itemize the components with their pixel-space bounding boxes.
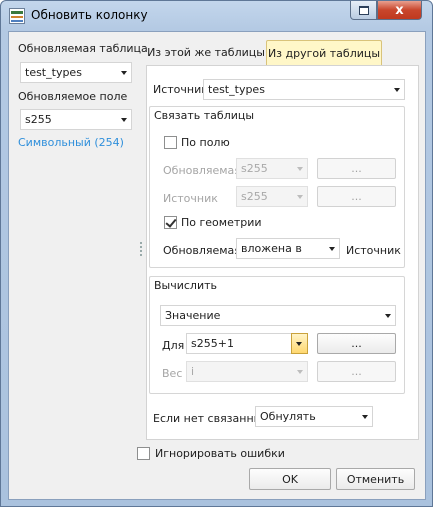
no-link-action-select[interactable]: Обнулять: [255, 406, 373, 427]
updated-field-value: s255: [25, 113, 52, 126]
by-field-updated-expression-button[interactable]: ...: [317, 158, 396, 179]
chevron-down-icon: [385, 314, 391, 318]
updated-table-select[interactable]: test_types: [20, 62, 132, 83]
left-panel: Обновляемая таблица test_types Обновляем…: [9, 32, 148, 464]
geometry-relation-value: вложена в: [241, 242, 302, 255]
source-table-select[interactable]: test_types: [203, 79, 405, 100]
for-label: Для: [162, 339, 185, 352]
chevron-down-icon: [297, 195, 303, 199]
chevron-down-icon: [362, 415, 368, 419]
updated-field-label: Обновляемое поле: [18, 90, 128, 103]
weight-expression-button[interactable]: ...: [317, 361, 396, 382]
link-tables-group: Связать таблицы По полю Обновляемая s255…: [149, 106, 405, 268]
window-title: Обновить колонку: [31, 8, 148, 22]
by-field-source-value: s255: [241, 190, 268, 203]
chevron-down-icon: [121, 71, 127, 75]
cancel-button[interactable]: Отменить: [336, 468, 415, 490]
compute-title: Вычислить: [154, 279, 217, 292]
table-icon: [9, 8, 25, 24]
dialog-window: Обновить колонку x Обновляемая таблица t…: [0, 0, 433, 507]
restore-button[interactable]: [350, 1, 377, 20]
by-field-source-expression-button[interactable]: ...: [317, 186, 396, 207]
panel-splitter[interactable]: [140, 242, 143, 266]
restore-icon: [358, 5, 369, 15]
ignore-errors-label: Игнорировать ошибки: [155, 447, 285, 460]
compute-mode-value: Значение: [165, 309, 221, 322]
ignore-errors-checkbox[interactable]: [137, 447, 150, 460]
geometry-relation-select[interactable]: вложена в: [236, 238, 340, 259]
chevron-down-icon: [121, 118, 127, 122]
by-field-source-select[interactable]: s255: [236, 186, 308, 207]
compute-mode-select[interactable]: Значение: [160, 305, 396, 326]
no-link-label: Если нет связанных: [153, 412, 269, 425]
by-geometry-source-label: Источник: [346, 244, 401, 257]
by-field-updated-label: Обновляемая: [163, 164, 241, 177]
updated-field-select[interactable]: s255: [20, 109, 132, 130]
for-expression-button[interactable]: ...: [317, 333, 396, 354]
by-field-updated-value: s255: [241, 162, 268, 175]
chevron-down-icon: [297, 370, 303, 374]
link-tables-title: Связать таблицы: [154, 109, 255, 122]
close-icon: x: [395, 2, 404, 18]
weight-label: Вес: [162, 367, 183, 380]
tab-other-table[interactable]: Из другой таблицы: [266, 40, 382, 65]
for-expression-select[interactable]: s255+1: [186, 333, 308, 354]
tab-same-table[interactable]: Из этой же таблицы: [146, 40, 266, 65]
by-geometry-checkbox[interactable]: [164, 216, 177, 229]
by-geometry-updated-label: Обновляемая: [163, 244, 241, 257]
weight-expression-value: i: [191, 365, 195, 378]
source-label: Источник: [153, 83, 208, 96]
chevron-down-icon: [296, 342, 302, 346]
chevron-down-icon: [394, 88, 400, 92]
chevron-down-icon: [297, 167, 303, 171]
chevron-down-icon: [329, 247, 335, 251]
ok-button[interactable]: OK: [249, 468, 331, 490]
by-field-updated-select[interactable]: s255: [236, 158, 308, 179]
field-type-link[interactable]: Символьный (254): [18, 136, 124, 149]
by-field-label: По полю: [181, 136, 230, 149]
for-expression-value: s255+1: [191, 337, 234, 350]
by-field-source-label: Источник: [163, 192, 218, 205]
by-geometry-label: По геометрии: [181, 216, 262, 229]
compute-group: Вычислить Значение Для s255+1 ... Вес i …: [149, 276, 405, 394]
no-link-action-value: Обнулять: [260, 410, 316, 423]
title-bar[interactable]: Обновить колонку x: [1, 1, 432, 31]
dialog-client-area: Обновляемая таблица test_types Обновляем…: [8, 31, 426, 500]
weight-expression-select[interactable]: i: [186, 361, 308, 382]
close-button[interactable]: x: [377, 1, 422, 20]
source-tabs: Из этой же таблицы Из другой таблицы Ист…: [146, 40, 419, 440]
source-table-value: test_types: [208, 83, 265, 96]
updated-table-value: test_types: [25, 66, 82, 79]
by-field-checkbox[interactable]: [164, 136, 177, 149]
updated-table-label: Обновляемая таблица: [18, 42, 148, 55]
tab-page-other-table: Источник test_types Связать таблицы По п…: [146, 65, 419, 440]
